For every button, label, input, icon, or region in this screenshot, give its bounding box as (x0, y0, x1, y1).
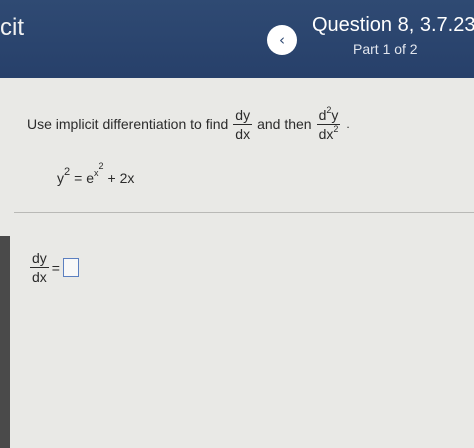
section-divider (14, 212, 474, 213)
prompt-lead-text: Use implicit differentiation to find (27, 116, 229, 132)
second-derivative-fraction: d2y dx2 (316, 105, 341, 142)
denominator-dx: dx (318, 125, 334, 142)
brand-text: cit (0, 14, 24, 41)
equation-lhs-base: y (57, 170, 64, 186)
fraction-numerator: dy (30, 250, 49, 268)
question-title: Question 8, 3.7.23 (312, 14, 474, 36)
denominator-exponent: 2 (333, 123, 339, 134)
exponent-power: 2 (98, 161, 104, 171)
answer-equals: = (51, 259, 60, 276)
back-button[interactable]: ‹ (267, 25, 297, 55)
fraction-numerator: dy (233, 106, 253, 125)
fraction-denominator: dx (235, 125, 251, 142)
equation-exponent: x2 (94, 162, 104, 178)
given-equation: y2 = ex2+ 2x (57, 162, 135, 187)
numerator-y: y (331, 106, 339, 123)
header-bar: cit ‹ Question 8, 3.7.23 Part 1 of 2 (0, 0, 474, 78)
answer-input-box[interactable] (62, 258, 79, 277)
equation-equals-e: = e (74, 170, 94, 186)
part-indicator: Part 1 of 2 (353, 41, 418, 57)
answer-section-marker (0, 236, 10, 448)
fraction-denominator: dx2 (317, 123, 341, 142)
question-prompt: Use implicit differentiation to find dy … (27, 96, 350, 152)
fraction-numerator: d2y (316, 105, 341, 125)
equation-lhs-exponent: 2 (64, 166, 71, 178)
prompt-connector-text: and then (257, 116, 312, 132)
dy-dx-fraction: dy dx (233, 106, 253, 142)
question-content: Use implicit differentiation to find dy … (0, 78, 474, 448)
chevron-left-icon: ‹ (279, 31, 285, 49)
answer-row: dy dx = (30, 250, 79, 285)
answer-derivative-label: dy dx (30, 250, 49, 285)
equation-tail: + 2x (107, 170, 135, 186)
fraction-denominator: dx (32, 269, 47, 285)
prompt-end-punctuation: . (346, 117, 350, 131)
